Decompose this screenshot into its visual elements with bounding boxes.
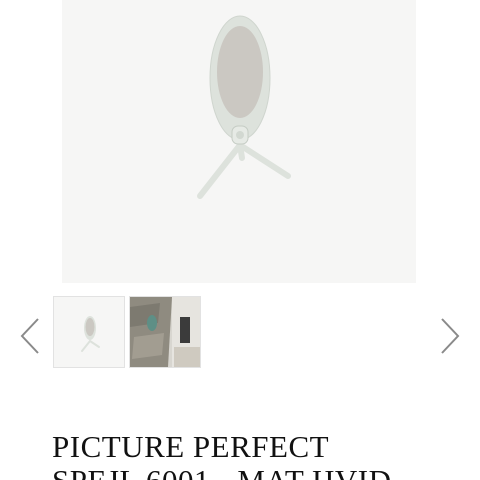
mirror-illustration [197, 15, 291, 199]
chevron-left-icon [20, 318, 39, 354]
thumbnail-mirror-room[interactable] [129, 296, 201, 368]
product-title-line-1: PICTURE PERFECT [52, 429, 330, 464]
room-thumbnail-image [130, 297, 200, 367]
previous-image-button[interactable] [10, 312, 50, 360]
product-title: PICTURE PERFECT SPEJL 6001 - MAT HVID [52, 430, 472, 480]
mirror-thumbnail-image [54, 297, 124, 367]
product-title-line-2: SPEJL 6001 - MAT HVID [52, 464, 472, 480]
chevron-right-icon [441, 318, 460, 354]
product-page: PICTURE PERFECT SPEJL 6001 - MAT HVID [0, 0, 480, 480]
thumbnail-mirror-product[interactable] [53, 296, 125, 368]
main-product-image [62, 0, 416, 283]
next-image-button[interactable] [430, 312, 470, 360]
